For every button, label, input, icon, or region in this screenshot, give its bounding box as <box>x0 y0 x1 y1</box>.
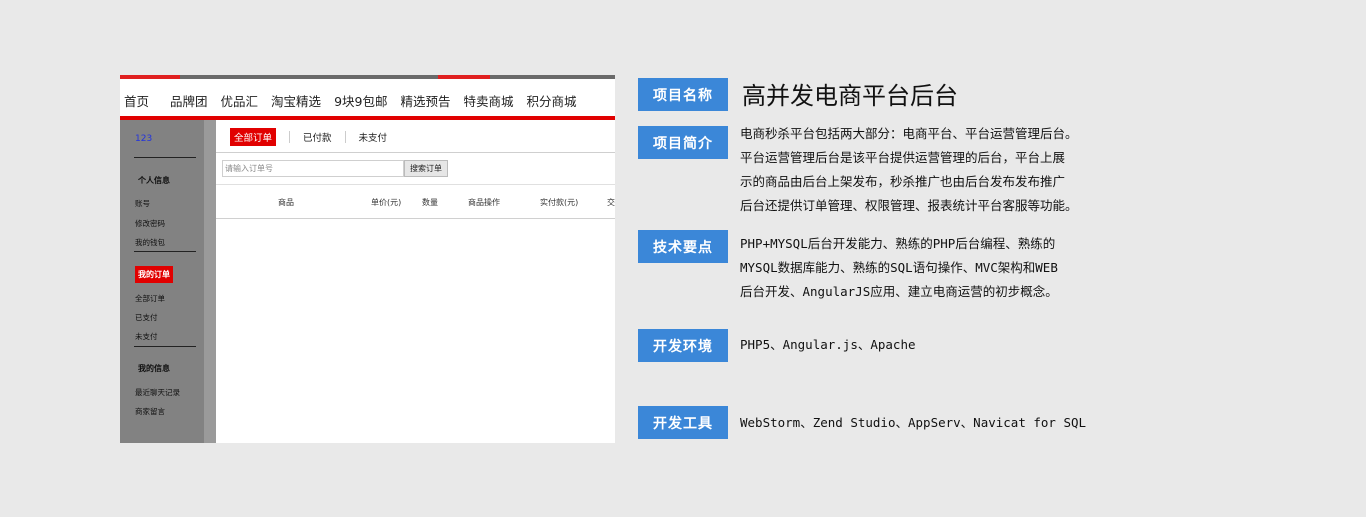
column-header-product: 商品 <box>278 198 294 207</box>
column-header-unit-price: 单价(元) <box>371 198 402 207</box>
tab-unpaid[interactable]: 未支付 <box>359 130 388 144</box>
search-orders-button[interactable]: 搜索订单 <box>404 160 448 177</box>
column-header-actions: 商品操作 <box>468 198 500 207</box>
sidebar-divider <box>134 251 196 252</box>
tech-line: 后台开发、AngularJS应用、建立电商运营的初步概念。 <box>740 284 1058 299</box>
dev-tools-text: WebStorm、Zend Studio、AppServ、Navicat for… <box>740 415 1087 430</box>
nav-item-brand[interactable]: 品牌团 <box>170 91 208 110</box>
sidebar-item-wallet[interactable]: 我的钱包 <box>135 237 165 248</box>
sidebar-item-my-orders[interactable]: 我的订单 <box>135 266 173 283</box>
intro-line: 后台还提供订单管理、权限管理、报表统计平台客服等功能。 <box>740 198 1078 213</box>
sidebar-section-personal: 个人信息 <box>138 176 170 185</box>
order-tabs: 全部订单 已付款 未支付 <box>230 128 400 146</box>
orders-content: 全部订单 已付款 未支付 搜索订单 商品 单价(元) 数量 商品操作 实付款(元… <box>216 120 615 443</box>
nav-item-taobao[interactable]: 淘宝精选 <box>271 91 321 110</box>
sidebar-divider <box>134 157 196 158</box>
tech-points-text: PHP+MYSQL后台开发能力、熟练的PHP后台编程、熟练的 MYSQL数据库能… <box>740 232 1058 304</box>
nav-item-preview[interactable]: 精选预告 <box>400 91 450 110</box>
tech-points-label: 技术要点 <box>638 230 728 263</box>
project-title: 高并发电商平台后台 <box>742 82 958 110</box>
project-name-label: 项目名称 <box>638 78 728 111</box>
order-page-screenshot: 首页 品牌团 优品汇 淘宝精选 9块9包邮 精选预告 特卖商城 积分商城 123… <box>120 75 615 443</box>
project-intro-text: 电商秒杀平台包括两大部分：电商平台、平台运营管理后台。 平台运营管理后台是该平台… <box>740 122 1078 218</box>
tab-all-orders[interactable]: 全部订单 <box>230 128 277 146</box>
header-top-divider <box>216 184 615 185</box>
sidebar-item-chat-history[interactable]: 最近聊天记录 <box>135 387 180 398</box>
nav-item-points[interactable]: 积分商城 <box>527 91 577 110</box>
sidebar-item-account[interactable]: 账号 <box>135 198 150 209</box>
column-header-paid-amount: 实付款(元) <box>540 198 579 207</box>
sidebar-item-merchant-message[interactable]: 商家留言 <box>135 406 165 417</box>
top-strip <box>120 75 615 79</box>
sidebar: 123 个人信息 账号 修改密码 我的钱包 我的订单 全部订单 已支付 未支付 … <box>120 120 216 443</box>
tech-line: PHP+MYSQL后台开发能力、熟练的PHP后台编程、熟练的 <box>740 236 1056 251</box>
sidebar-item-password[interactable]: 修改密码 <box>135 218 165 229</box>
nav-item-99[interactable]: 9块9包邮 <box>334 91 387 110</box>
column-header-quantity: 数量 <box>422 198 438 207</box>
dev-env-text: PHP5、Angular.js、Apache <box>740 337 916 352</box>
nav-item-home[interactable]: 首页 <box>124 91 149 110</box>
tabs-divider <box>216 152 615 153</box>
sidebar-divider <box>134 346 196 347</box>
intro-line: 平台运营管理后台是该平台提供运营管理的后台，平台上展 <box>740 150 1066 165</box>
project-intro-label: 项目简介 <box>638 126 728 159</box>
tech-line: MYSQL数据库能力、熟练的SQL语句操作、MVC架构和WEB <box>740 260 1058 275</box>
column-header-trade: 交 <box>607 198 615 207</box>
header-bottom-divider <box>216 218 615 219</box>
sidebar-section-my-info: 我的信息 <box>138 364 170 373</box>
tab-paid[interactable]: 已付款 <box>303 130 332 144</box>
sidebar-username[interactable]: 123 <box>135 134 152 144</box>
sidebar-item-paid[interactable]: 已支付 <box>135 312 158 323</box>
intro-line: 示的商品由后台上架发布，秒杀推广也由后台发布发布推广 <box>740 174 1066 189</box>
dev-tools-label: 开发工具 <box>638 406 728 439</box>
dev-env-label: 开发环境 <box>638 329 728 362</box>
nav-item-youpin[interactable]: 优品汇 <box>221 91 259 110</box>
main-nav: 首页 品牌团 优品汇 淘宝精选 9块9包邮 精选预告 特卖商城 积分商城 <box>120 81 615 119</box>
sidebar-item-unpaid[interactable]: 未支付 <box>135 331 158 342</box>
sidebar-item-all-orders[interactable]: 全部订单 <box>135 293 165 304</box>
nav-item-sale[interactable]: 特卖商城 <box>463 91 513 110</box>
order-search-input[interactable] <box>222 160 404 177</box>
intro-line: 电商秒杀平台包括两大部分：电商平台、平台运营管理后台。 <box>740 126 1078 141</box>
